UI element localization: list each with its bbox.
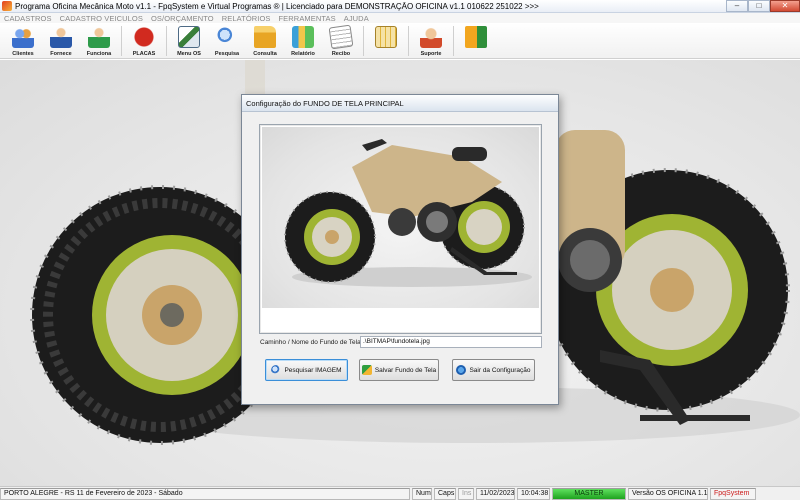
close-button[interactable]: ✕ [770,0,800,12]
status-location: PORTO ALEGRE - RS 11 de Fevereiro de 202… [0,487,410,500]
status-version: Versão OS OFICINA 1.1 [628,487,708,500]
preview-motorcycle [284,139,532,287]
toolbar-separator [453,26,454,56]
toolbar-exit-button[interactable] [457,24,495,58]
menu-ferramentas[interactable]: FERRAMENTAS [279,14,336,23]
status-insert: Ins [458,487,474,500]
status-bar: PORTO ALEGRE - RS 11 de Fevereiro de 202… [0,486,800,500]
magnifier-icon [271,365,282,375]
menu-ajuda[interactable]: AJUDA [344,14,369,23]
window-controls: – □ ✕ [726,0,800,13]
os-menu-icon [178,26,200,48]
image-preview [262,127,539,308]
status-brand: FpqSystem [710,487,756,500]
toolbar-separator [166,26,167,56]
support-icon [420,26,442,48]
folder-icon [254,26,276,48]
toolbar-relatorio-button[interactable]: Relatório [284,24,322,58]
main-toolbar: Clientes Fornece Funciona PLACAS Menu OS… [0,23,800,59]
toolbar-consulta-button[interactable]: Consulta [246,24,284,58]
search-image-button[interactable]: Pesquisar IMAGEM [265,359,348,381]
toolbar-placas-button[interactable]: PLACAS [125,24,163,58]
background-path-field[interactable]: .\BITMAP\fundotela.jpg [360,336,542,348]
search-icon [216,26,238,48]
report-icon [292,26,314,48]
window-titlebar: Programa Oficina Mecânica Moto v1.1 - Fp… [0,0,800,13]
dialog-body: Caminho / Nome do Fundo de Tela .\BITMAP… [242,112,558,404]
image-preview-frame [259,124,542,334]
toolbar-pesquisa-button[interactable]: Pesquisa [208,24,246,58]
menu-bar: CADASTROS CADASTRO VEICULOS OS/ORÇAMENTO… [0,13,800,23]
toolbar-recibo-button[interactable]: Recibo [322,24,360,58]
supplier-icon [50,26,72,48]
status-user-level: MASTER [552,487,626,500]
menu-os-orcamento[interactable]: OS/ORÇAMENTO [151,14,214,23]
toolbar-funciona-button[interactable]: Funciona [80,24,118,58]
status-time: 10:04:38 [517,487,550,500]
toolbar-separator [121,26,122,56]
plates-icon [133,26,155,48]
toolbar-separator [408,26,409,56]
maximize-button[interactable]: □ [748,0,770,12]
exit-config-button[interactable]: Sair da Configuração [452,359,535,381]
receipt-icon [328,24,354,50]
background-config-dialog: Configuração do FUNDO DE TELA PRINCIPAL [241,94,559,405]
app-icon [2,1,12,11]
toolbar-clientes-button[interactable]: Clientes [4,24,42,58]
dialog-title: Configuração do FUNDO DE TELA PRINCIPAL [242,95,558,112]
calculator-icon [375,26,397,48]
status-num-lock: Num [412,487,432,500]
path-label: Caminho / Nome do Fundo de Tela [260,339,361,346]
menu-cadastros[interactable]: CADASTROS [4,14,52,23]
toolbar-fornece-button[interactable]: Fornece [42,24,80,58]
toolbar-separator [363,26,364,56]
clients-icon [12,26,34,48]
employee-icon [88,26,110,48]
status-caps-lock: Caps [434,487,456,500]
window-title: Programa Oficina Mecânica Moto v1.1 - Fp… [15,1,539,11]
exit-icon [465,26,487,48]
toolbar-suporte-button[interactable]: Suporte [412,24,450,58]
status-date: 11/02/2023 [476,487,515,500]
toolbar-menu-os-button[interactable]: Menu OS [170,24,208,58]
toolbar-calculator-button[interactable] [367,24,405,58]
save-background-button[interactable]: Salvar Fundo de Tela [359,359,439,381]
minimize-button[interactable]: – [726,0,748,12]
menu-cadastro-veiculos[interactable]: CADASTRO VEICULOS [60,14,143,23]
exit-circle-icon [456,365,467,375]
save-arrow-icon [361,365,372,375]
menu-relatorios[interactable]: RELATÓRIOS [222,14,271,23]
